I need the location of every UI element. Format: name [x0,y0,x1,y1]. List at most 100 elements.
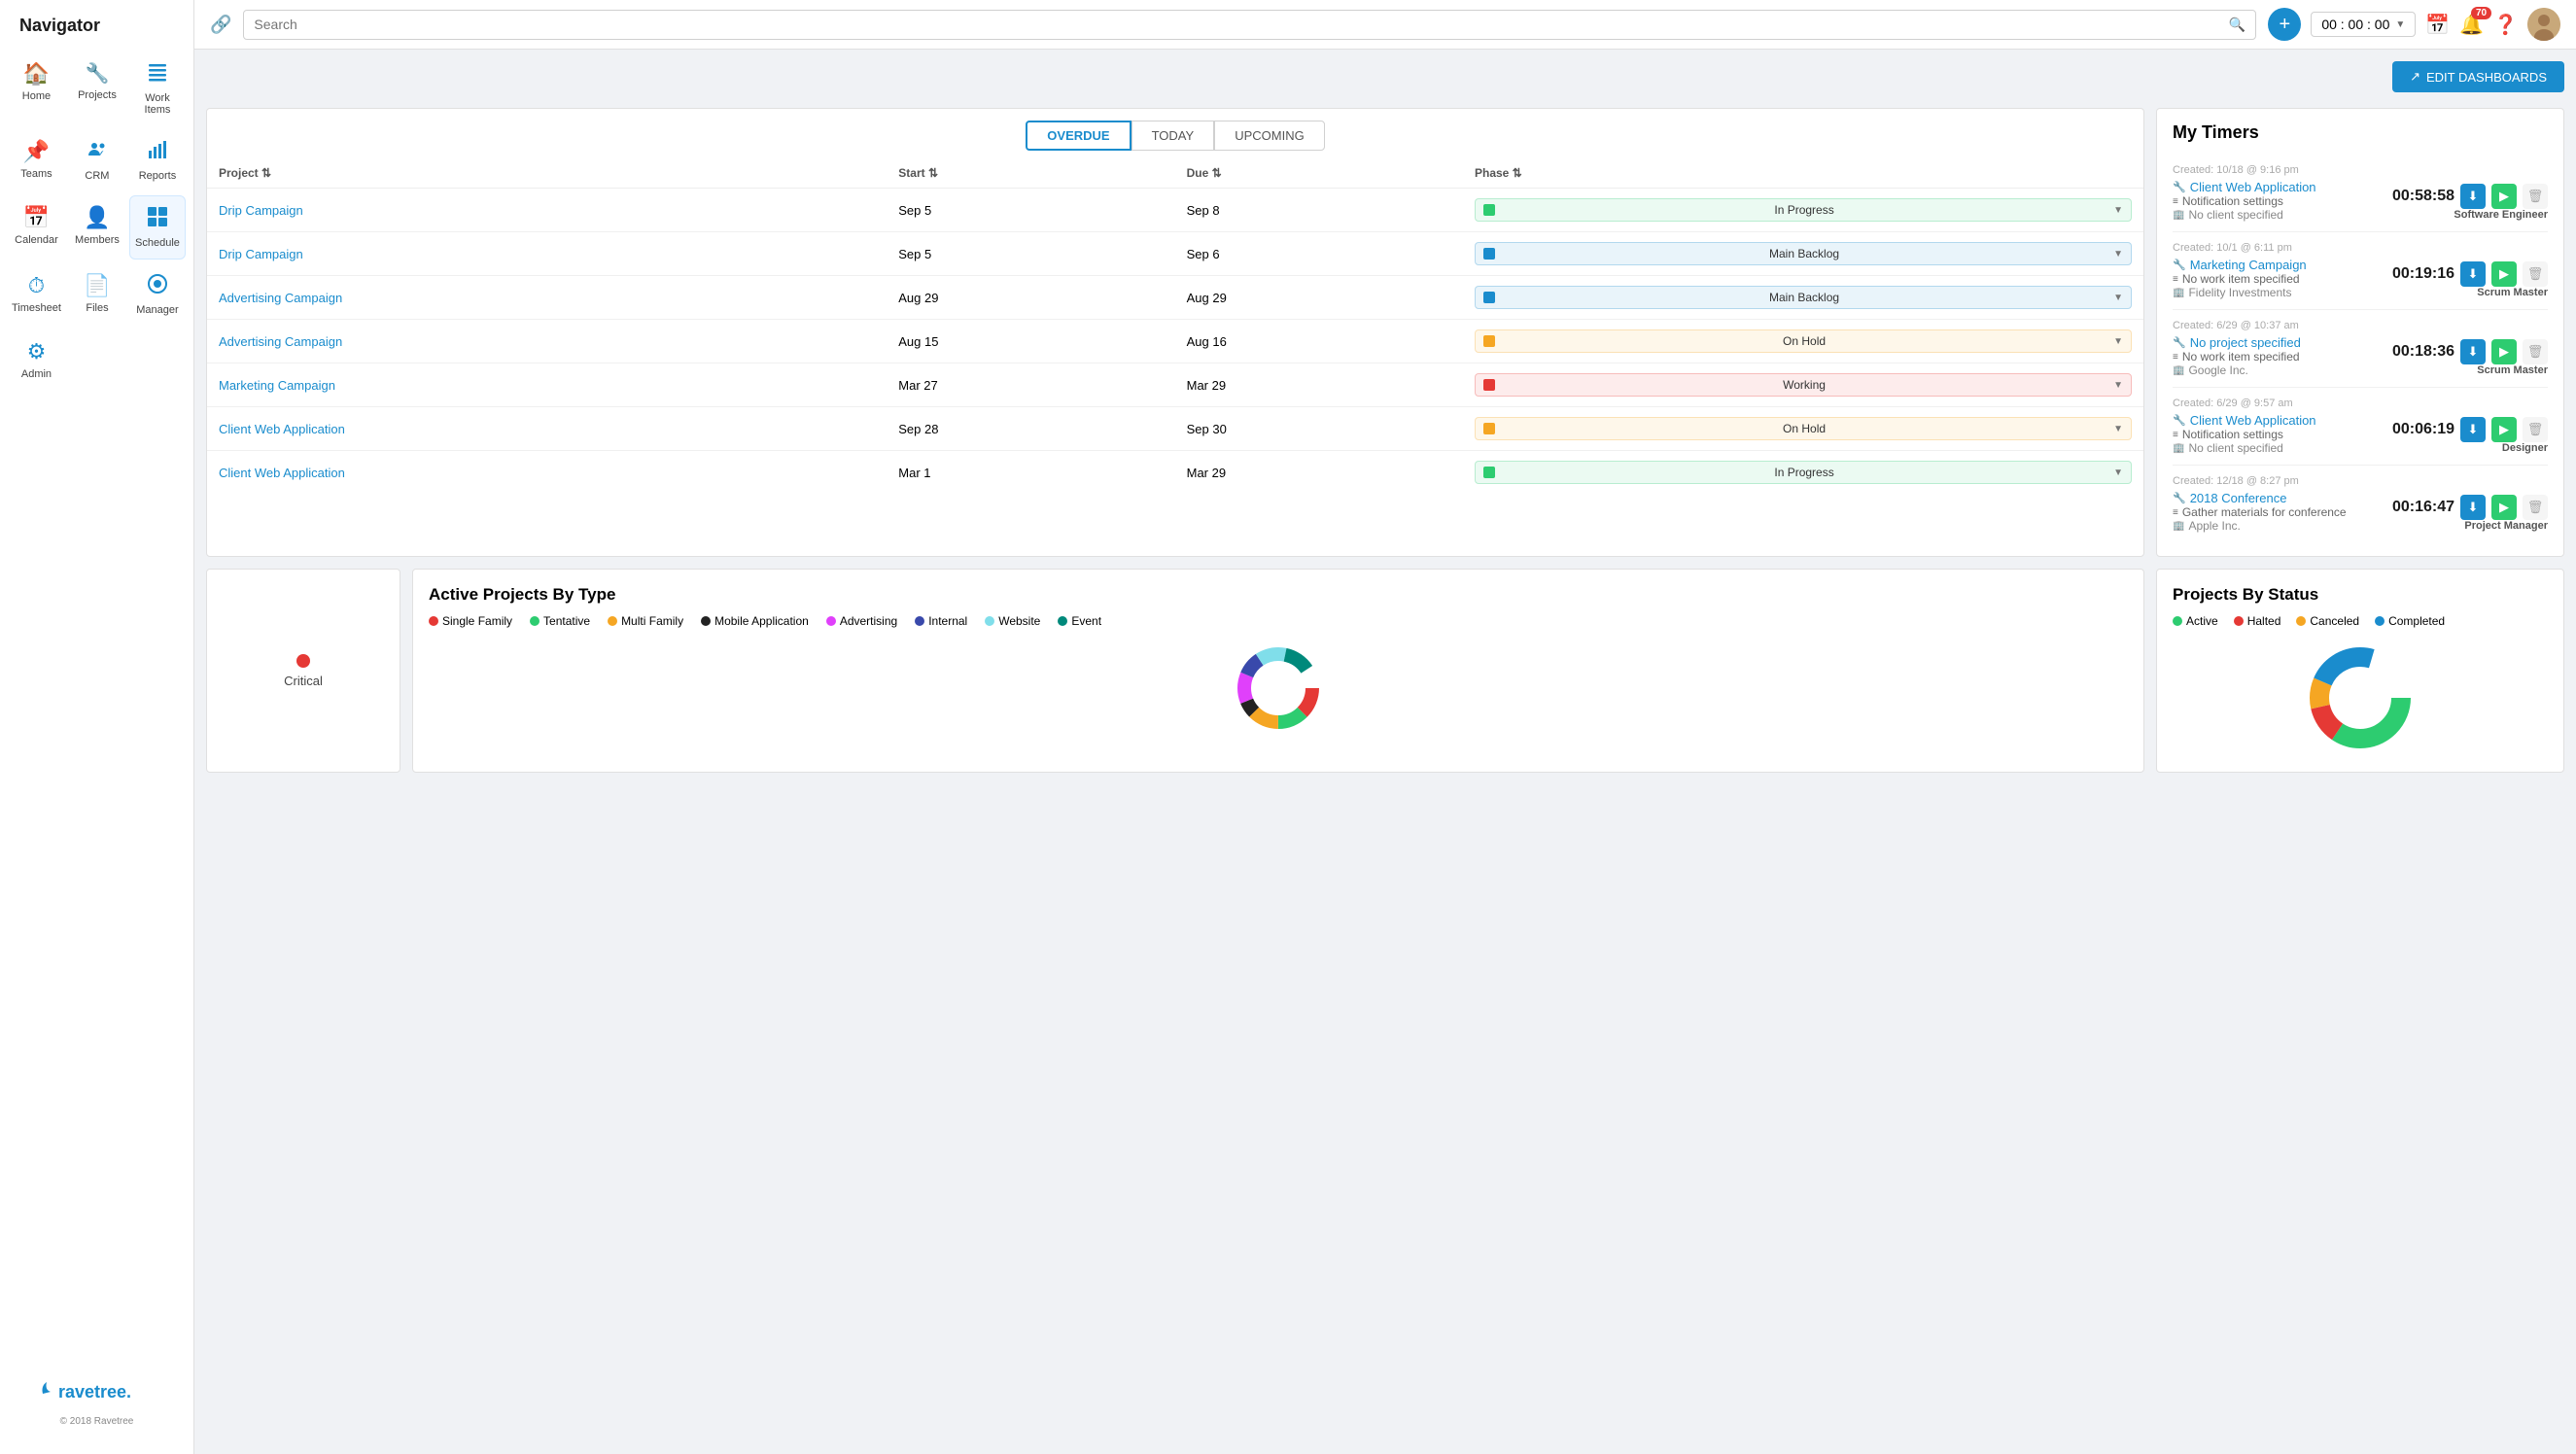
tab-upcoming[interactable]: UPCOMING [1214,121,1325,151]
sidebar-item-calendar[interactable]: 📅 Calendar [8,195,65,260]
help-icon[interactable]: ❓ [2493,13,2518,37]
table-row: Advertising Campaign Aug 15 Aug 16 On Ho… [207,320,2143,364]
download-button[interactable]: ⬇ [2460,495,2486,520]
avatar[interactable] [2527,8,2560,41]
phase-badge[interactable]: On Hold ▼ [1475,417,2132,440]
wrench-icon: 🔧 [2173,492,2186,504]
timer-work-item: ≡ Gather materials for conference [2173,505,2347,519]
sidebar-item-files[interactable]: 📄 Files [69,263,125,326]
status-legend-item: Active [2173,614,2218,628]
timer-role: Scrum Master [2391,364,2548,376]
timer-project-link[interactable]: Marketing Campaign [2190,258,2307,272]
legend-label: Single Family [442,614,512,628]
sidebar-item-admin[interactable]: ⚙ Admin [8,329,65,390]
timer-display[interactable]: 00 : 00 : 00 ▼ [2311,12,2416,37]
sidebar-item-label-calendar: Calendar [15,234,58,246]
legend-dot [826,616,836,626]
sidebar-item-teams[interactable]: 📌 Teams [8,129,65,191]
legend-label: Tentative [543,614,590,628]
download-button[interactable]: ⬇ [2460,261,2486,287]
status-legend: ActiveHaltedCanceledCompleted [2173,614,2548,628]
col-due[interactable]: Due ⇅ [1175,158,1463,189]
edit-dashboards-button[interactable]: ↗ EDIT DASHBOARDS [2392,61,2564,92]
sidebar-item-projects[interactable]: 🔧 Projects [69,52,125,125]
wrench-icon: 🔧 [2173,181,2186,193]
phase-caret-icon: ▼ [2113,467,2123,478]
list-icon: ≡ [2173,507,2178,518]
delete-button[interactable]: 🗑 [2523,495,2548,520]
legend-item: Mobile Application [701,614,809,628]
sidebar-item-home[interactable]: 🏠 Home [8,52,65,125]
sidebar-item-reports[interactable]: Reports [129,129,186,191]
phase-badge[interactable]: Working ▼ [1475,373,2132,397]
content-area: ↗ EDIT DASHBOARDS OVERDUE TODAY UPCOMING… [194,50,2576,1454]
calendar-topbar-icon[interactable]: 📅 [2425,13,2450,37]
timer-controls: 00:18:36 ⬇ ▶ 🗑 [2391,339,2548,364]
download-button[interactable]: ⬇ [2460,339,2486,364]
svg-text:ravetree.: ravetree. [58,1382,131,1402]
sidebar-item-label-projects: Projects [78,89,117,101]
tab-overdue[interactable]: OVERDUE [1026,121,1131,151]
sidebar-item-members[interactable]: 👤 Members [69,195,125,260]
topbar: 🔗 🔍 + 00 : 00 : 00 ▼ 📅 🔔 70 ❓ [194,0,2576,50]
play-button[interactable]: ▶ [2491,261,2517,287]
legend-item: Internal [915,614,967,628]
members-icon: 👤 [84,205,110,230]
sidebar-item-timesheet[interactable]: ⏱ Timesheet [8,263,65,326]
admin-icon: ⚙ [27,339,47,364]
play-button[interactable]: ▶ [2491,417,2517,442]
timer-client: 🏢 No client specified [2173,208,2316,222]
table-row: Client Web Application Mar 1 Mar 29 In P… [207,451,2143,495]
play-button[interactable]: ▶ [2491,184,2517,209]
table-row: Advertising Campaign Aug 29 Aug 29 Main … [207,276,2143,320]
sidebar-item-schedule[interactable]: Schedule [129,195,186,260]
timer-project-link[interactable]: Client Web Application [2190,180,2316,194]
play-button[interactable]: ▶ [2491,495,2517,520]
notification-icon[interactable]: 🔔 70 [2459,13,2484,37]
download-button[interactable]: ⬇ [2460,417,2486,442]
search-input[interactable] [254,17,2228,32]
delete-button[interactable]: 🗑 [2523,339,2548,364]
project-link[interactable]: Advertising Campaign [219,334,342,349]
phase-dot [1483,248,1495,260]
start-date: Sep 5 [887,232,1174,276]
status-dot [2296,616,2306,626]
timer-project-link[interactable]: 2018 Conference [2190,491,2287,505]
project-link[interactable]: Drip Campaign [219,247,303,261]
project-link[interactable]: Client Web Application [219,466,345,480]
link-icon[interactable]: 🔗 [210,15,231,35]
download-button[interactable]: ⬇ [2460,184,2486,209]
table-row: Drip Campaign Sep 5 Sep 8 In Progress ▼ [207,189,2143,232]
project-link[interactable]: Marketing Campaign [219,378,335,393]
critical-label: Critical [284,674,323,688]
play-button[interactable]: ▶ [2491,339,2517,364]
timer-project-link[interactable]: No project specified [2190,335,2301,350]
timer-client: 🏢 Apple Inc. [2173,519,2347,533]
phase-badge[interactable]: Main Backlog ▼ [1475,242,2132,265]
building-icon: 🏢 [2173,210,2184,221]
timer-project-link[interactable]: Client Web Application [2190,413,2316,428]
delete-button[interactable]: 🗑 [2523,261,2548,287]
phase-badge[interactable]: In Progress ▼ [1475,461,2132,484]
delete-button[interactable]: 🗑 [2523,184,2548,209]
phase-badge[interactable]: On Hold ▼ [1475,329,2132,353]
legend-dot [701,616,711,626]
col-project[interactable]: Project ⇅ [207,158,887,189]
tab-today[interactable]: TODAY [1131,121,1215,151]
status-dot [2173,616,2182,626]
delete-button[interactable]: 🗑 [2523,417,2548,442]
project-link[interactable]: Client Web Application [219,422,345,436]
project-link[interactable]: Drip Campaign [219,203,303,218]
active-projects-donut [429,640,2128,737]
copyright-text: © 2018 Ravetree [39,1416,156,1427]
phase-badge[interactable]: Main Backlog ▼ [1475,286,2132,309]
add-button[interactable]: + [2268,8,2301,41]
sidebar-item-work-items[interactable]: Work Items [129,52,186,125]
col-start[interactable]: Start ⇅ [887,158,1174,189]
project-link[interactable]: Advertising Campaign [219,291,342,305]
sidebar-item-crm[interactable]: CRM [69,129,125,191]
col-phase[interactable]: Phase ⇅ [1463,158,2143,189]
status-donut [2173,640,2548,756]
sidebar-item-manager[interactable]: Manager [129,263,186,326]
phase-badge[interactable]: In Progress ▼ [1475,198,2132,222]
